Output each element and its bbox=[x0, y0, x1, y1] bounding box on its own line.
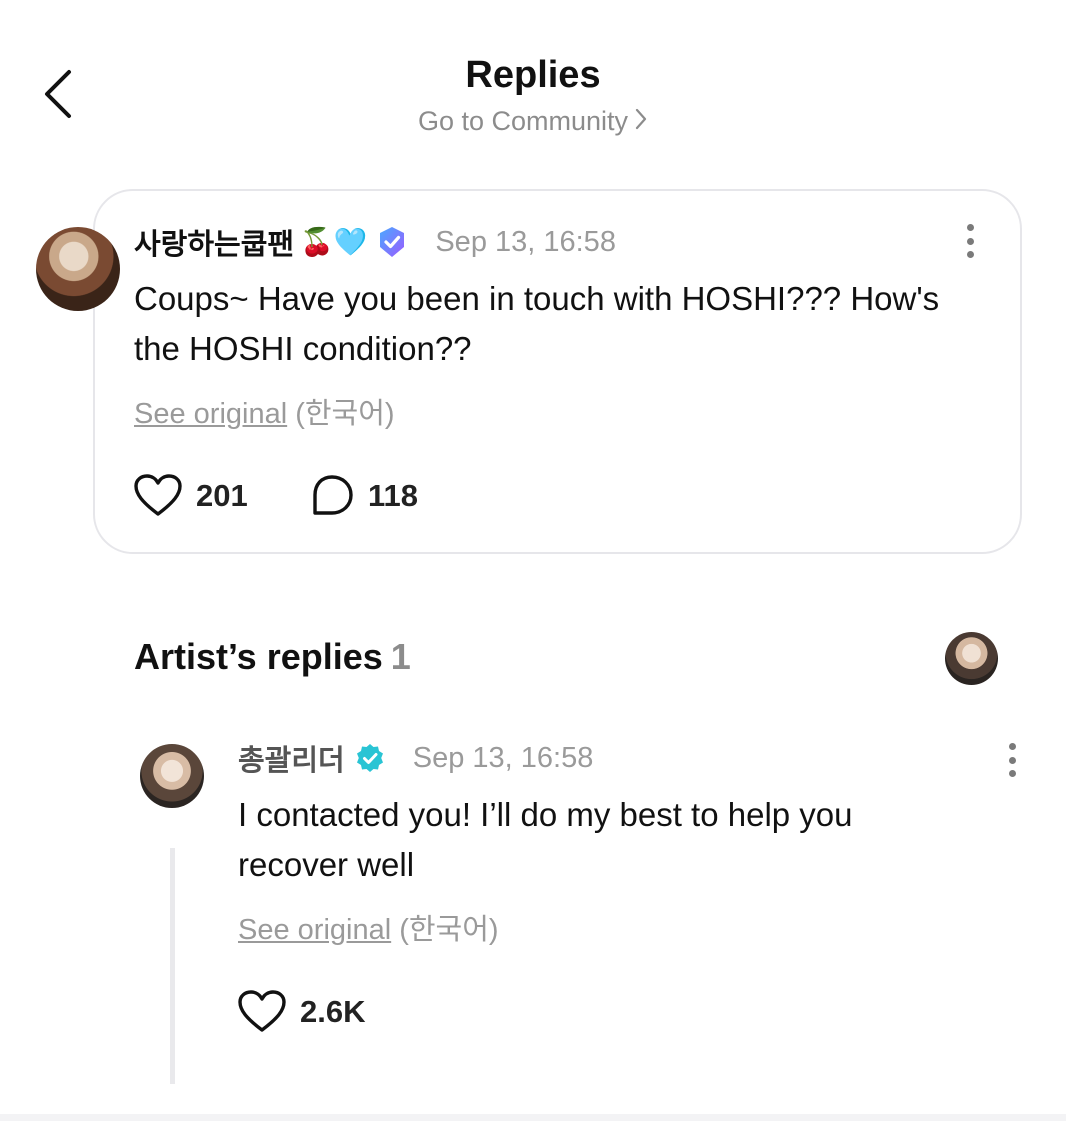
reply-more-options-icon[interactable] bbox=[1000, 740, 1024, 780]
artist-avatar[interactable] bbox=[945, 632, 998, 685]
reply-author-avatar[interactable] bbox=[140, 744, 204, 808]
post-like-button[interactable]: 201 bbox=[134, 474, 248, 518]
reply-like-count: 2.6K bbox=[300, 994, 366, 1029]
thread-line bbox=[170, 848, 175, 1084]
post-author-name[interactable]: 사랑하는쿱팬 bbox=[134, 221, 294, 263]
chevron-right-icon bbox=[634, 107, 648, 138]
verified-artist-badge-icon bbox=[355, 743, 385, 773]
heart-icon bbox=[134, 474, 182, 516]
post-like-count: 201 bbox=[196, 478, 248, 513]
artist-replies-title: Artist’s replies bbox=[134, 636, 383, 677]
verified-membership-badge-icon bbox=[375, 225, 409, 259]
go-to-community-link[interactable]: Go to Community bbox=[0, 106, 1066, 138]
post-author-avatar[interactable] bbox=[36, 227, 120, 311]
reply-body-text: I contacted you! I’ll do my best to help… bbox=[238, 796, 853, 883]
reply-timestamp: Sep 13, 16:58 bbox=[412, 741, 594, 774]
comment-bubble-icon bbox=[313, 475, 353, 515]
bottom-divider bbox=[0, 1114, 1066, 1121]
reply-original-language: (한국어) bbox=[399, 914, 499, 946]
post-original-language: (한국어) bbox=[295, 398, 395, 430]
heart-icon bbox=[238, 990, 286, 1032]
post-more-options-icon[interactable] bbox=[958, 221, 982, 261]
post-comment-count: 118 bbox=[368, 478, 419, 513]
page-title: Replies bbox=[465, 54, 601, 96]
replies-screen: Replies Go to Community 사랑하는쿱팬 🍒🩵 Sep 13… bbox=[0, 0, 1066, 1121]
post-comment-button[interactable]: 118 bbox=[310, 474, 418, 518]
reply-author-row: 총괄리더 Sep 13, 16:58 bbox=[238, 738, 593, 778]
post-timestamp: Sep 13, 16:58 bbox=[435, 225, 616, 258]
reply-author-name[interactable]: 총괄리더 bbox=[238, 737, 345, 779]
artist-replies-heading: Artist’s replies 1 bbox=[134, 636, 411, 678]
post-see-original-link[interactable]: See original bbox=[134, 398, 287, 430]
post-author-row: 사랑하는쿱팬 🍒🩵 Sep 13, 16:58 bbox=[134, 222, 616, 262]
artist-replies-count: 1 bbox=[390, 636, 411, 677]
post-body-text: Coups~ Have you been in touch with HOSHI… bbox=[134, 280, 940, 367]
reply-see-original: See original (한국어) bbox=[238, 906, 499, 948]
reply-like-button[interactable]: 2.6K bbox=[238, 990, 365, 1034]
reply-see-original-link[interactable]: See original bbox=[238, 914, 391, 946]
post-see-original: See original (한국어) bbox=[134, 390, 395, 432]
post-author-emojis: 🍒🩵 bbox=[300, 227, 368, 258]
go-to-community-label: Go to Community bbox=[417, 106, 629, 136]
